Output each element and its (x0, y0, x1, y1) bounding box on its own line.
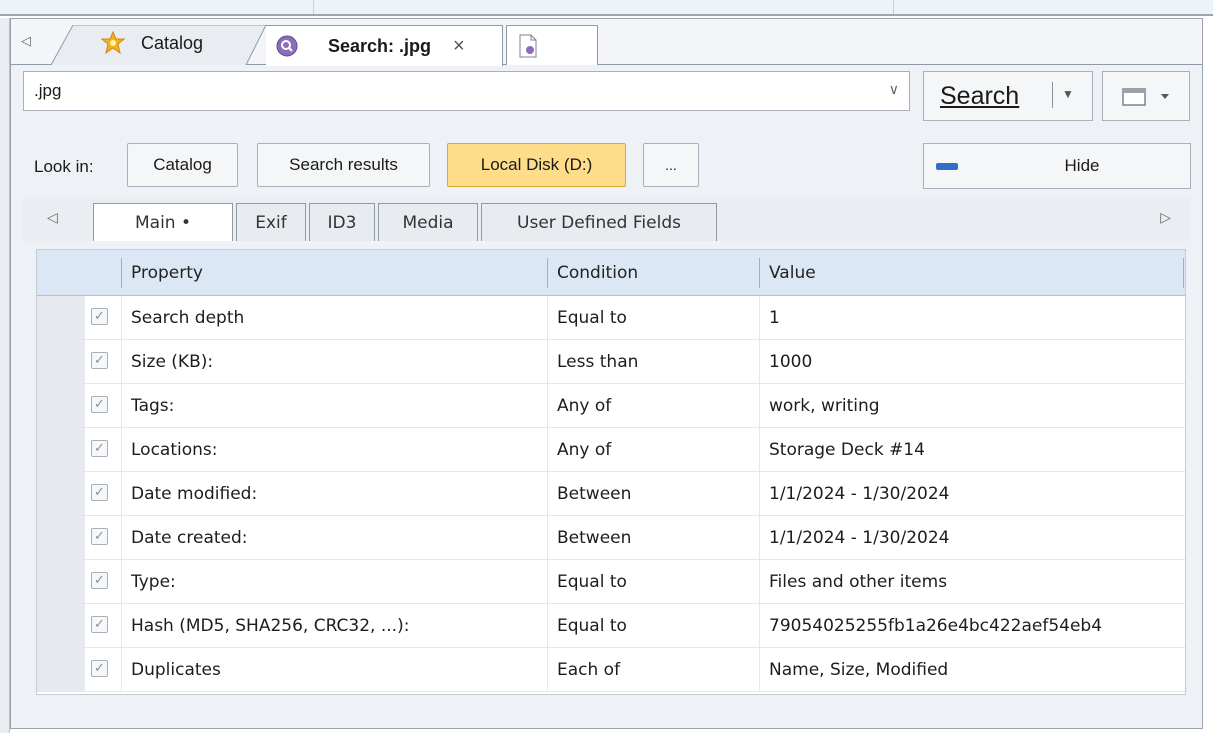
row-checkbox[interactable]: ✓ (91, 352, 108, 369)
tab-catalog[interactable]: Catalog (51, 25, 266, 65)
dropdown-arrow-icon[interactable]: ▼ (1062, 87, 1074, 101)
cell-condition[interactable]: Any of (547, 384, 611, 428)
cell-value[interactable]: Storage Deck #14 (759, 428, 925, 472)
cell-property[interactable]: Size (KB): (121, 340, 213, 384)
browse-more-button[interactable]: ... (643, 143, 699, 187)
look-in-catalog-button[interactable]: Catalog (127, 143, 238, 187)
table-row[interactable]: ✓ Locations: Any of Storage Deck #14 (37, 428, 1185, 472)
tab-scroll-left-icon[interactable]: ◁ (47, 209, 58, 226)
table-row[interactable]: ✓ Type: Equal to Files and other items (37, 560, 1185, 604)
tab-new[interactable] (506, 25, 598, 65)
chevron-down-icon[interactable]: ∨ (889, 81, 899, 98)
search-tab-icon (276, 35, 298, 57)
cell-value[interactable]: 1/1/2024 - 1/30/2024 (759, 472, 949, 516)
tab-main-label: Main • (134, 212, 191, 233)
close-icon[interactable]: × (453, 35, 465, 58)
row-checkbox[interactable]: ✓ (91, 616, 108, 633)
row-checkbox[interactable]: ✓ (91, 528, 108, 545)
criteria-grid: Property Condition Value ✓ Search depth Eq… (36, 249, 1186, 695)
cell-condition[interactable]: Any of (547, 428, 611, 472)
cell-value[interactable]: 1/1/2024 - 1/30/2024 (759, 516, 949, 560)
hide-button-label: Hide (1064, 156, 1100, 175)
cell-value[interactable]: work, writing (759, 384, 880, 428)
new-document-icon (519, 34, 537, 57)
tab-scroll-left-icon[interactable]: ◁ (21, 33, 31, 49)
cell-condition[interactable]: Equal to (547, 604, 627, 648)
cell-property[interactable]: Tags: (121, 384, 174, 428)
tab-catalog-label: Catalog (141, 33, 204, 53)
tab-media[interactable]: Media (378, 203, 478, 241)
cell-condition[interactable]: Between (547, 472, 631, 516)
hide-button[interactable]: Hide (923, 143, 1191, 189)
cell-condition[interactable]: Between (547, 516, 631, 560)
tab-user-defined-fields[interactable]: User Defined Fields (481, 203, 717, 241)
tab-main[interactable]: Main • (93, 203, 233, 241)
tab-user-defined-fields-label: User Defined Fields (517, 212, 681, 233)
table-row[interactable]: ✓ Search depth Equal to 1 (37, 296, 1185, 340)
search-query-text: .jpg (34, 81, 62, 100)
search-input[interactable]: .jpg ∨ (23, 71, 910, 111)
cell-property[interactable]: Date created: (121, 516, 248, 560)
table-row[interactable]: ✓ Size (KB): Less than 1000 (37, 340, 1185, 384)
search-button-label: Search (940, 82, 1020, 110)
column-divider (1183, 258, 1184, 288)
table-row[interactable]: ✓ Date created: Between 1/1/2024 - 1/30/202… (37, 516, 1185, 560)
cell-value[interactable]: 1 (759, 296, 780, 340)
look-in-local-disk-button[interactable]: Local Disk (D:) (447, 143, 626, 187)
grid-header: Property Condition Value (37, 250, 1185, 296)
cell-property[interactable]: Date modified: (121, 472, 257, 516)
cell-condition[interactable]: Equal to (547, 296, 627, 340)
look-in-label: Look in: (34, 157, 94, 176)
column-header-value[interactable]: Value (759, 250, 1179, 296)
tab-id3-label: ID3 (327, 212, 357, 233)
row-checkbox[interactable]: ✓ (91, 396, 108, 413)
table-row[interactable]: ✓ Duplicates Each of Name, Size, Modified (37, 648, 1185, 692)
row-checkbox[interactable]: ✓ (91, 308, 108, 325)
row-checkbox[interactable]: ✓ (91, 572, 108, 589)
search-panel: ◁ Catalog Search: .jpg × .jpg ∨ Search ▼… (10, 18, 1203, 729)
cell-condition[interactable]: Equal to (547, 560, 627, 604)
window-layout-icon (1122, 88, 1169, 106)
tab-exif-label: Exif (255, 212, 287, 233)
cell-property[interactable]: Hash (MD5, SHA256, CRC32, ...): (121, 604, 409, 648)
view-options-button[interactable] (1102, 71, 1190, 121)
catalog-star-icon (101, 31, 125, 55)
tab-scroll-right-icon[interactable]: ▷ (1160, 209, 1171, 226)
table-row[interactable]: ✓ Tags: Any of work, writing (37, 384, 1185, 428)
row-checkbox[interactable]: ✓ (91, 440, 108, 457)
cell-condition[interactable]: Each of (547, 648, 620, 692)
column-header-condition[interactable]: Condition (547, 250, 759, 296)
top-strip (0, 0, 1213, 16)
table-row[interactable]: ✓ Hash (MD5, SHA256, CRC32, ...): Equal to… (37, 604, 1185, 648)
document-tab-strip: ◁ Catalog Search: .jpg × (11, 19, 1202, 66)
search-button[interactable]: Search ▼ (923, 71, 1093, 121)
tab-search-jpg[interactable]: Search: .jpg × (266, 25, 503, 66)
cell-value[interactable]: Name, Size, Modified (759, 648, 948, 692)
cell-property[interactable]: Duplicates (121, 648, 221, 692)
tab-exif[interactable]: Exif (236, 203, 306, 241)
row-checkbox[interactable]: ✓ (91, 660, 108, 677)
divider (313, 0, 314, 14)
cell-property[interactable]: Search depth (121, 296, 244, 340)
table-row[interactable]: ✓ Date modified: Between 1/1/2024 - 1/30/20… (37, 472, 1185, 516)
cell-condition[interactable]: Less than (547, 340, 638, 384)
tab-search-label: Search: .jpg (328, 35, 432, 56)
divider (1052, 82, 1053, 108)
cell-value[interactable]: Files and other items (759, 560, 947, 604)
cell-property[interactable]: Type: (121, 560, 176, 604)
criteria-tab-strip: ◁ Main • Exif ID3 Media User Defined Fie… (23, 197, 1191, 241)
tab-media-label: Media (402, 212, 454, 233)
left-border (0, 18, 10, 733)
tab-id3[interactable]: ID3 (309, 203, 375, 241)
cell-value[interactable]: 79054025255fb1a26e4bc422aef54eb4 (759, 604, 1102, 648)
cell-property[interactable]: Locations: (121, 428, 218, 472)
row-checkbox[interactable]: ✓ (91, 484, 108, 501)
column-header-property[interactable]: Property (121, 250, 547, 296)
cell-value[interactable]: 1000 (759, 340, 812, 384)
look-in-search-results-button[interactable]: Search results (257, 143, 430, 187)
divider (893, 0, 894, 14)
